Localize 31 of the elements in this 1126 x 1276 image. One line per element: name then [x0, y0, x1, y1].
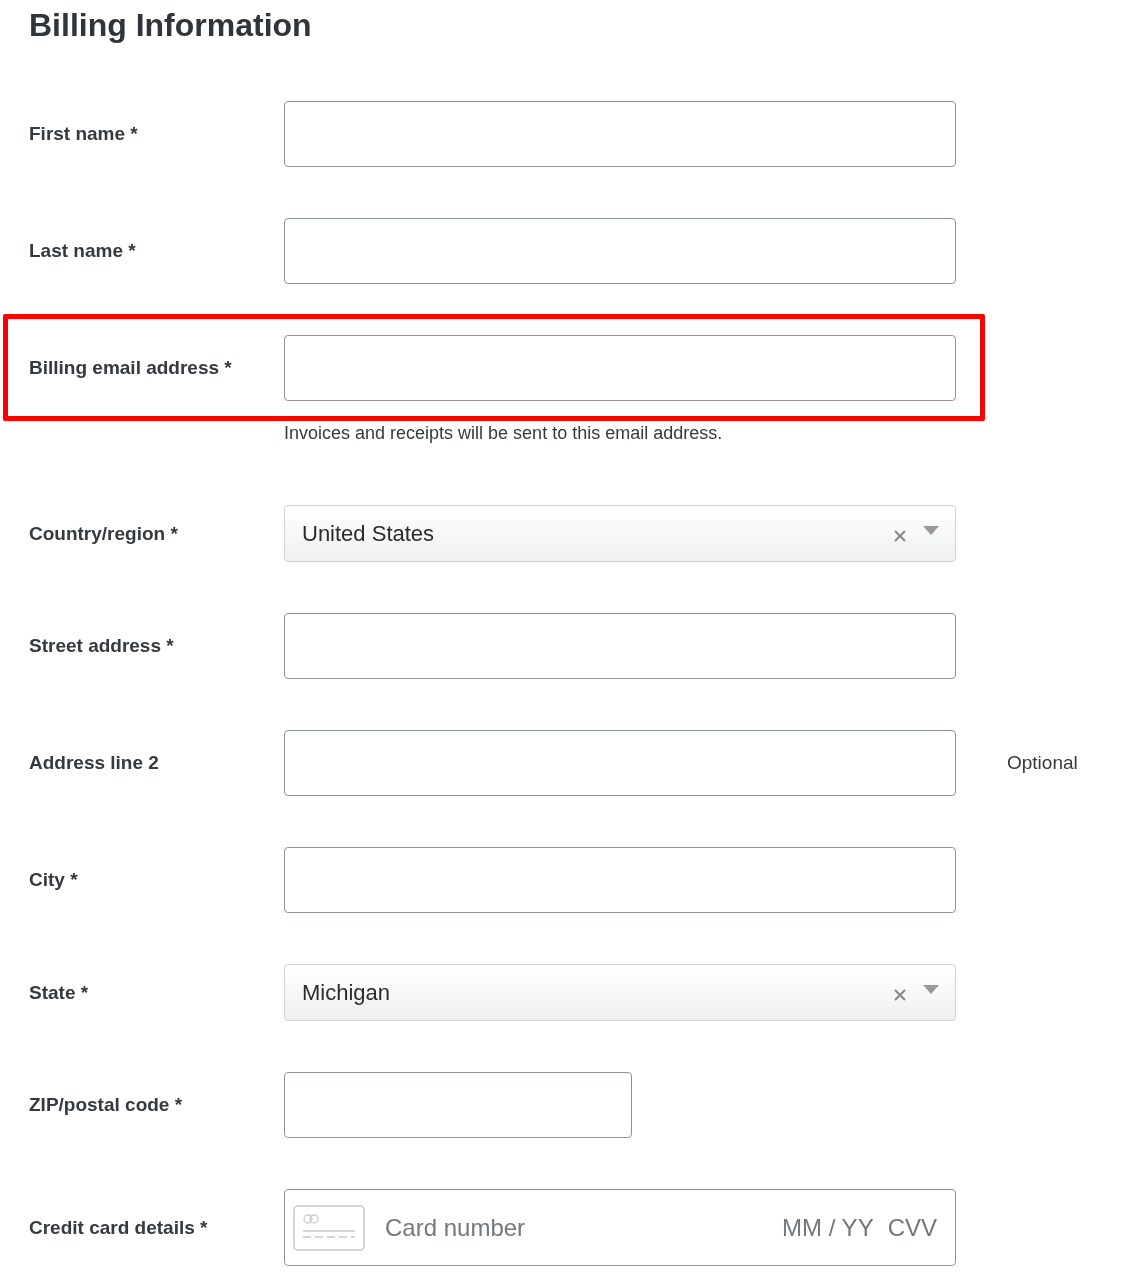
- field-label: City *: [29, 869, 79, 891]
- cvv-placeholder: CVV: [887, 1213, 937, 1242]
- card-field[interactable]: Card number MM / YY CVV: [284, 1189, 956, 1266]
- caret-icon[interactable]: [923, 526, 939, 535]
- caret-icon[interactable]: [923, 985, 939, 994]
- input-field[interactable]: [284, 847, 956, 913]
- input-field[interactable]: [284, 613, 956, 679]
- dropdown-field[interactable]: United States: [284, 505, 956, 562]
- field-label: State *: [29, 981, 90, 1004]
- input-field[interactable]: [284, 335, 956, 401]
- input-field[interactable]: [284, 101, 956, 167]
- field-label: Street address *: [29, 635, 175, 657]
- optional-note: Optional: [1007, 752, 1078, 774]
- dropdown-field[interactable]: Michigan: [284, 964, 956, 1021]
- helper-text: Invoices and receipts will be sent to this email address.: [284, 423, 724, 444]
- card-number-placeholder: Card number: [385, 1213, 527, 1242]
- field-label: First name *: [29, 123, 139, 145]
- field-label: Billing email address *: [29, 357, 233, 379]
- field-label: ZIP/postal code *: [29, 1094, 184, 1116]
- field-label: Credit card details *: [29, 1216, 209, 1239]
- input-field[interactable]: [284, 730, 956, 796]
- field-label: Address line 2: [29, 752, 160, 774]
- expiry-placeholder: MM / YY: [782, 1213, 874, 1242]
- page-title: Billing Information: [29, 6, 313, 44]
- input-field[interactable]: [284, 1072, 632, 1138]
- input-field[interactable]: [284, 218, 956, 284]
- field-label: Country/region *: [29, 522, 179, 545]
- clear-icon[interactable]: [893, 529, 907, 543]
- field-label: Last name *: [29, 240, 137, 262]
- credit-card-icon: [293, 1204, 365, 1251]
- clear-icon[interactable]: [893, 988, 907, 1002]
